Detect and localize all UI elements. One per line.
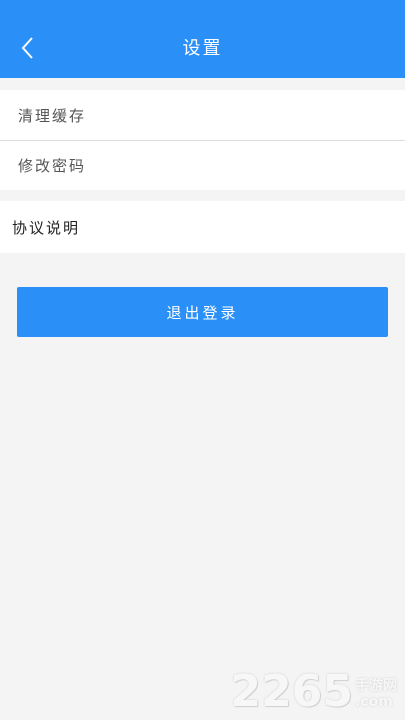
agreement-item[interactable]: 协议说明 — [0, 201, 405, 253]
clear-cache-label: 清理缓存 — [18, 106, 87, 125]
agreement-label: 协议说明 — [12, 218, 81, 237]
watermark-side: 手游网 .com — [355, 678, 397, 710]
watermark-main: 2265 — [230, 666, 353, 717]
logout-button[interactable]: 退出登录 — [17, 287, 388, 337]
watermark-bottom: .com — [355, 694, 393, 710]
watermark-logo: 2265 手游网 .com — [231, 670, 397, 714]
settings-group: 清理缓存 修改密码 — [0, 90, 405, 190]
watermark-top: 手游网 — [355, 678, 397, 694]
app-header: 设置 — [0, 0, 405, 78]
page-title: 设置 — [182, 38, 223, 59]
clear-cache-item[interactable]: 清理缓存 — [0, 90, 405, 140]
change-password-item[interactable]: 修改密码 — [0, 141, 405, 190]
agreement-group: 协议说明 — [0, 201, 405, 253]
change-password-label: 修改密码 — [18, 157, 87, 175]
